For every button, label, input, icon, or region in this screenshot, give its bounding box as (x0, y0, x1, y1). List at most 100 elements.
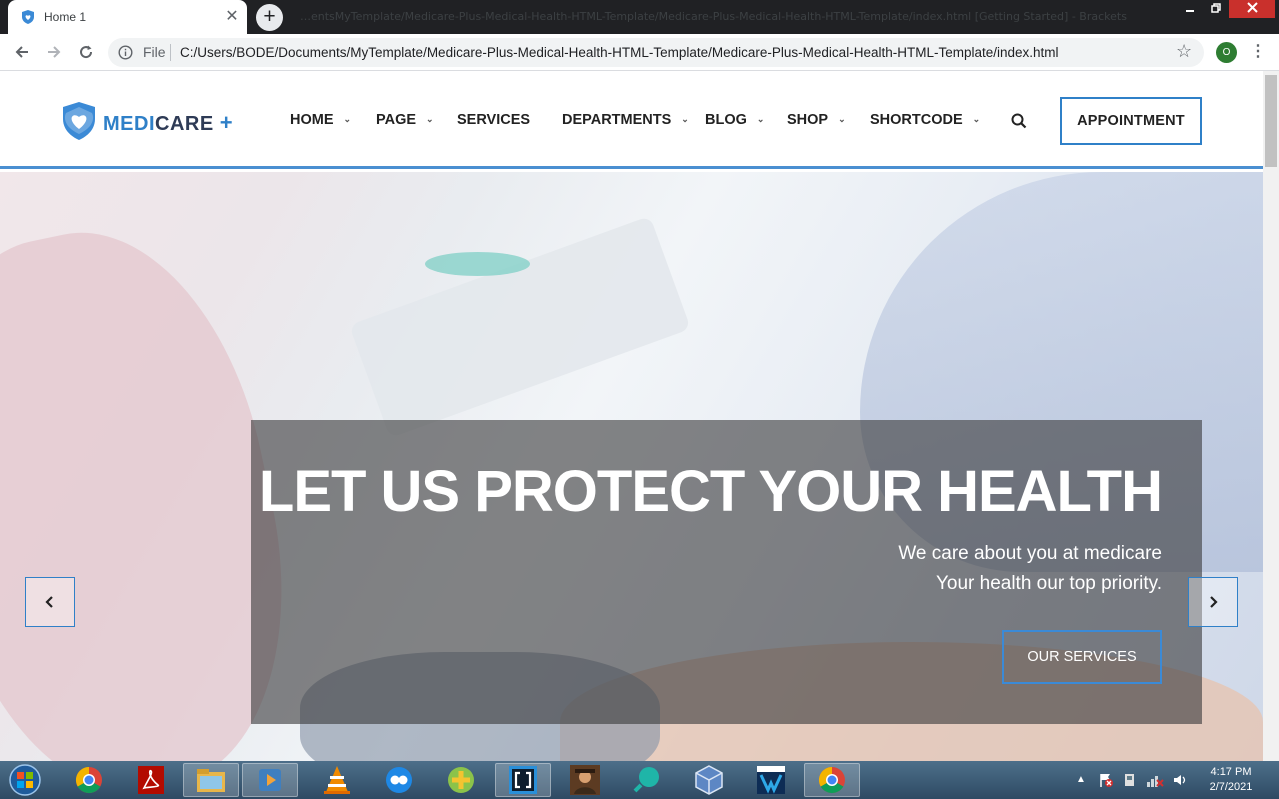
clock-date: 2/7/2021 (1209, 781, 1253, 793)
profile-avatar[interactable]: O (1216, 42, 1237, 63)
chevron-left-icon (45, 596, 53, 608)
reload-button[interactable] (74, 40, 98, 64)
info-icon[interactable] (118, 45, 133, 65)
appointment-button[interactable]: APPOINTMENT (1060, 97, 1202, 145)
our-services-button[interactable]: OUR SERVICES (1002, 630, 1162, 684)
chrome-icon (75, 766, 102, 794)
tab-title: Home 1 (44, 10, 87, 24)
network-disconnected-icon[interactable] (1146, 772, 1164, 793)
windows-taskbar: ▲ 4:17 PM 2/7/2021 (0, 761, 1279, 799)
chrome-icon (818, 766, 845, 794)
taskbar-app-user-photo[interactable] (557, 763, 613, 797)
chevron-right-icon (1210, 596, 1218, 608)
action-center-flag-icon[interactable] (1098, 772, 1114, 793)
site-header: MEDICARE + HOME ⌄ PAGE ⌄ SERVICES DEPARTME… (0, 71, 1263, 169)
taskbar-app-chrome[interactable] (61, 763, 117, 797)
hero-caption-box: LET US PROTECT YOUR HEALTH We care about… (251, 420, 1202, 724)
nav-item-page[interactable]: PAGE ⌄ (376, 112, 434, 128)
taskbar-app-acrobat[interactable] (123, 763, 179, 797)
brackets-icon (509, 766, 537, 794)
vlc-icon (324, 766, 350, 794)
shield-heart-icon (20, 9, 36, 30)
chevron-down-icon: ⌄ (426, 114, 434, 124)
chevron-down-icon: ⌄ (343, 114, 352, 124)
nav-item-label: DEPARTMENTS (562, 112, 672, 128)
chevron-down-icon: ⌄ (681, 114, 689, 124)
messaging-icon (386, 767, 412, 793)
new-tab-button[interactable]: + (256, 4, 283, 31)
forward-button[interactable] (42, 40, 66, 64)
device-icon[interactable] (1122, 772, 1138, 793)
taskbar-app-brackets[interactable] (495, 763, 551, 797)
restore-icon (1211, 3, 1221, 13)
nav-item-label: PAGE (376, 112, 417, 128)
chevron-down-icon: ⌄ (756, 114, 765, 124)
minimize-icon (1185, 10, 1194, 12)
hero-subline-1: We care about you at medicare (898, 543, 1162, 564)
nav-item-label: SHORTCODE (870, 112, 963, 128)
nav-item-shortcode[interactable]: SHORTCODE ⌄ (870, 112, 980, 128)
taskbar-app-file-explorer[interactable] (183, 763, 239, 797)
logo-text-part-a: MEDI (103, 113, 155, 135)
add-app-icon (448, 767, 474, 793)
search-app-icon (633, 767, 659, 793)
address-bar[interactable]: File C:/Users/BODE/Documents/MyTemplate/… (108, 38, 1204, 67)
more-menu-icon[interactable]: ⋮ (1250, 41, 1266, 61)
close-window-button[interactable] (1229, 0, 1275, 18)
cube-app-icon (695, 765, 723, 795)
page-viewport: MEDICARE + HOME ⌄ PAGE ⌄ SERVICES DEPARTME… (0, 71, 1263, 761)
volume-icon[interactable] (1172, 772, 1188, 793)
arrow-left-icon (15, 46, 28, 58)
windows-logo-icon (9, 764, 41, 796)
bookmark-star-icon[interactable]: ☆ (1176, 41, 1192, 62)
taskbar-app-search[interactable] (619, 763, 675, 797)
browser-toolbar: File C:/Users/BODE/Documents/MyTemplate/… (0, 34, 1279, 71)
address-url-text[interactable]: C:/Users/BODE/Documents/MyTemplate/Medic… (180, 45, 1059, 60)
chevron-down-icon: ⌄ (838, 114, 846, 124)
nav-item-shop[interactable]: SHOP ⌄ (787, 112, 846, 128)
browser-tab[interactable]: Home 1 ✕ (8, 0, 247, 34)
taskbar-app-messaging[interactable] (371, 763, 427, 797)
start-button[interactable] (6, 763, 44, 797)
logo-text-part-b: CARE (155, 113, 214, 135)
nav-item-blog[interactable]: BLOG ⌄ (705, 112, 764, 128)
scrollbar-thumb[interactable] (1265, 75, 1277, 167)
media-player-icon (259, 769, 281, 791)
slider-next-button[interactable] (1188, 577, 1238, 627)
window-title-text: …entsMyTemplate/Medicare-Plus-Medical-He… (300, 10, 1127, 23)
hero-slider: LET US PROTECT YOUR HEALTH We care about… (0, 172, 1263, 761)
slider-prev-button[interactable] (25, 577, 75, 627)
show-hidden-icons-icon[interactable]: ▲ (1076, 774, 1086, 785)
back-button[interactable] (10, 40, 34, 64)
shield-heart-logo-icon (61, 101, 97, 146)
taskbar-clock[interactable]: 4:17 PM 2/7/2021 (1190, 765, 1272, 795)
taskbar-app-video-editor[interactable] (743, 763, 799, 797)
address-scheme-label: File (143, 44, 166, 60)
hero-subline-2: Your health our top priority. (935, 573, 1162, 594)
chevron-down-icon: ⌄ (972, 114, 981, 124)
search-icon[interactable] (1011, 113, 1027, 134)
video-editor-icon (757, 766, 785, 794)
taskbar-app-media-player[interactable] (242, 763, 298, 797)
address-separator (170, 44, 171, 61)
nav-item-services[interactable]: SERVICES (457, 112, 530, 128)
restore-window-button[interactable] (1203, 0, 1229, 18)
nav-item-departments[interactable]: DEPARTMENTS ⌄ (562, 112, 689, 128)
close-tab-icon[interactable]: ✕ (222, 6, 242, 26)
arrow-right-icon (48, 46, 61, 58)
logo-text: MEDICARE + (103, 110, 233, 136)
taskbar-app-cube[interactable] (681, 763, 737, 797)
nav-item-label: BLOG (705, 112, 747, 128)
reload-icon (80, 45, 93, 59)
taskbar-app-chrome-active[interactable] (804, 763, 860, 797)
minimize-window-button[interactable] (1176, 0, 1203, 18)
nav-item-home[interactable]: HOME ⌄ (290, 112, 351, 128)
user-photo-icon (570, 765, 600, 795)
clock-time: 4:17 PM (1210, 766, 1252, 778)
browser-title-bar: …entsMyTemplate/Medicare-Plus-Medical-He… (0, 0, 1279, 34)
hero-bg-keyboard (349, 215, 691, 439)
taskbar-app-vlc[interactable] (309, 763, 365, 797)
nav-item-label: SHOP (787, 112, 829, 128)
page-scrollbar[interactable] (1263, 71, 1279, 761)
taskbar-app-add[interactable] (433, 763, 489, 797)
